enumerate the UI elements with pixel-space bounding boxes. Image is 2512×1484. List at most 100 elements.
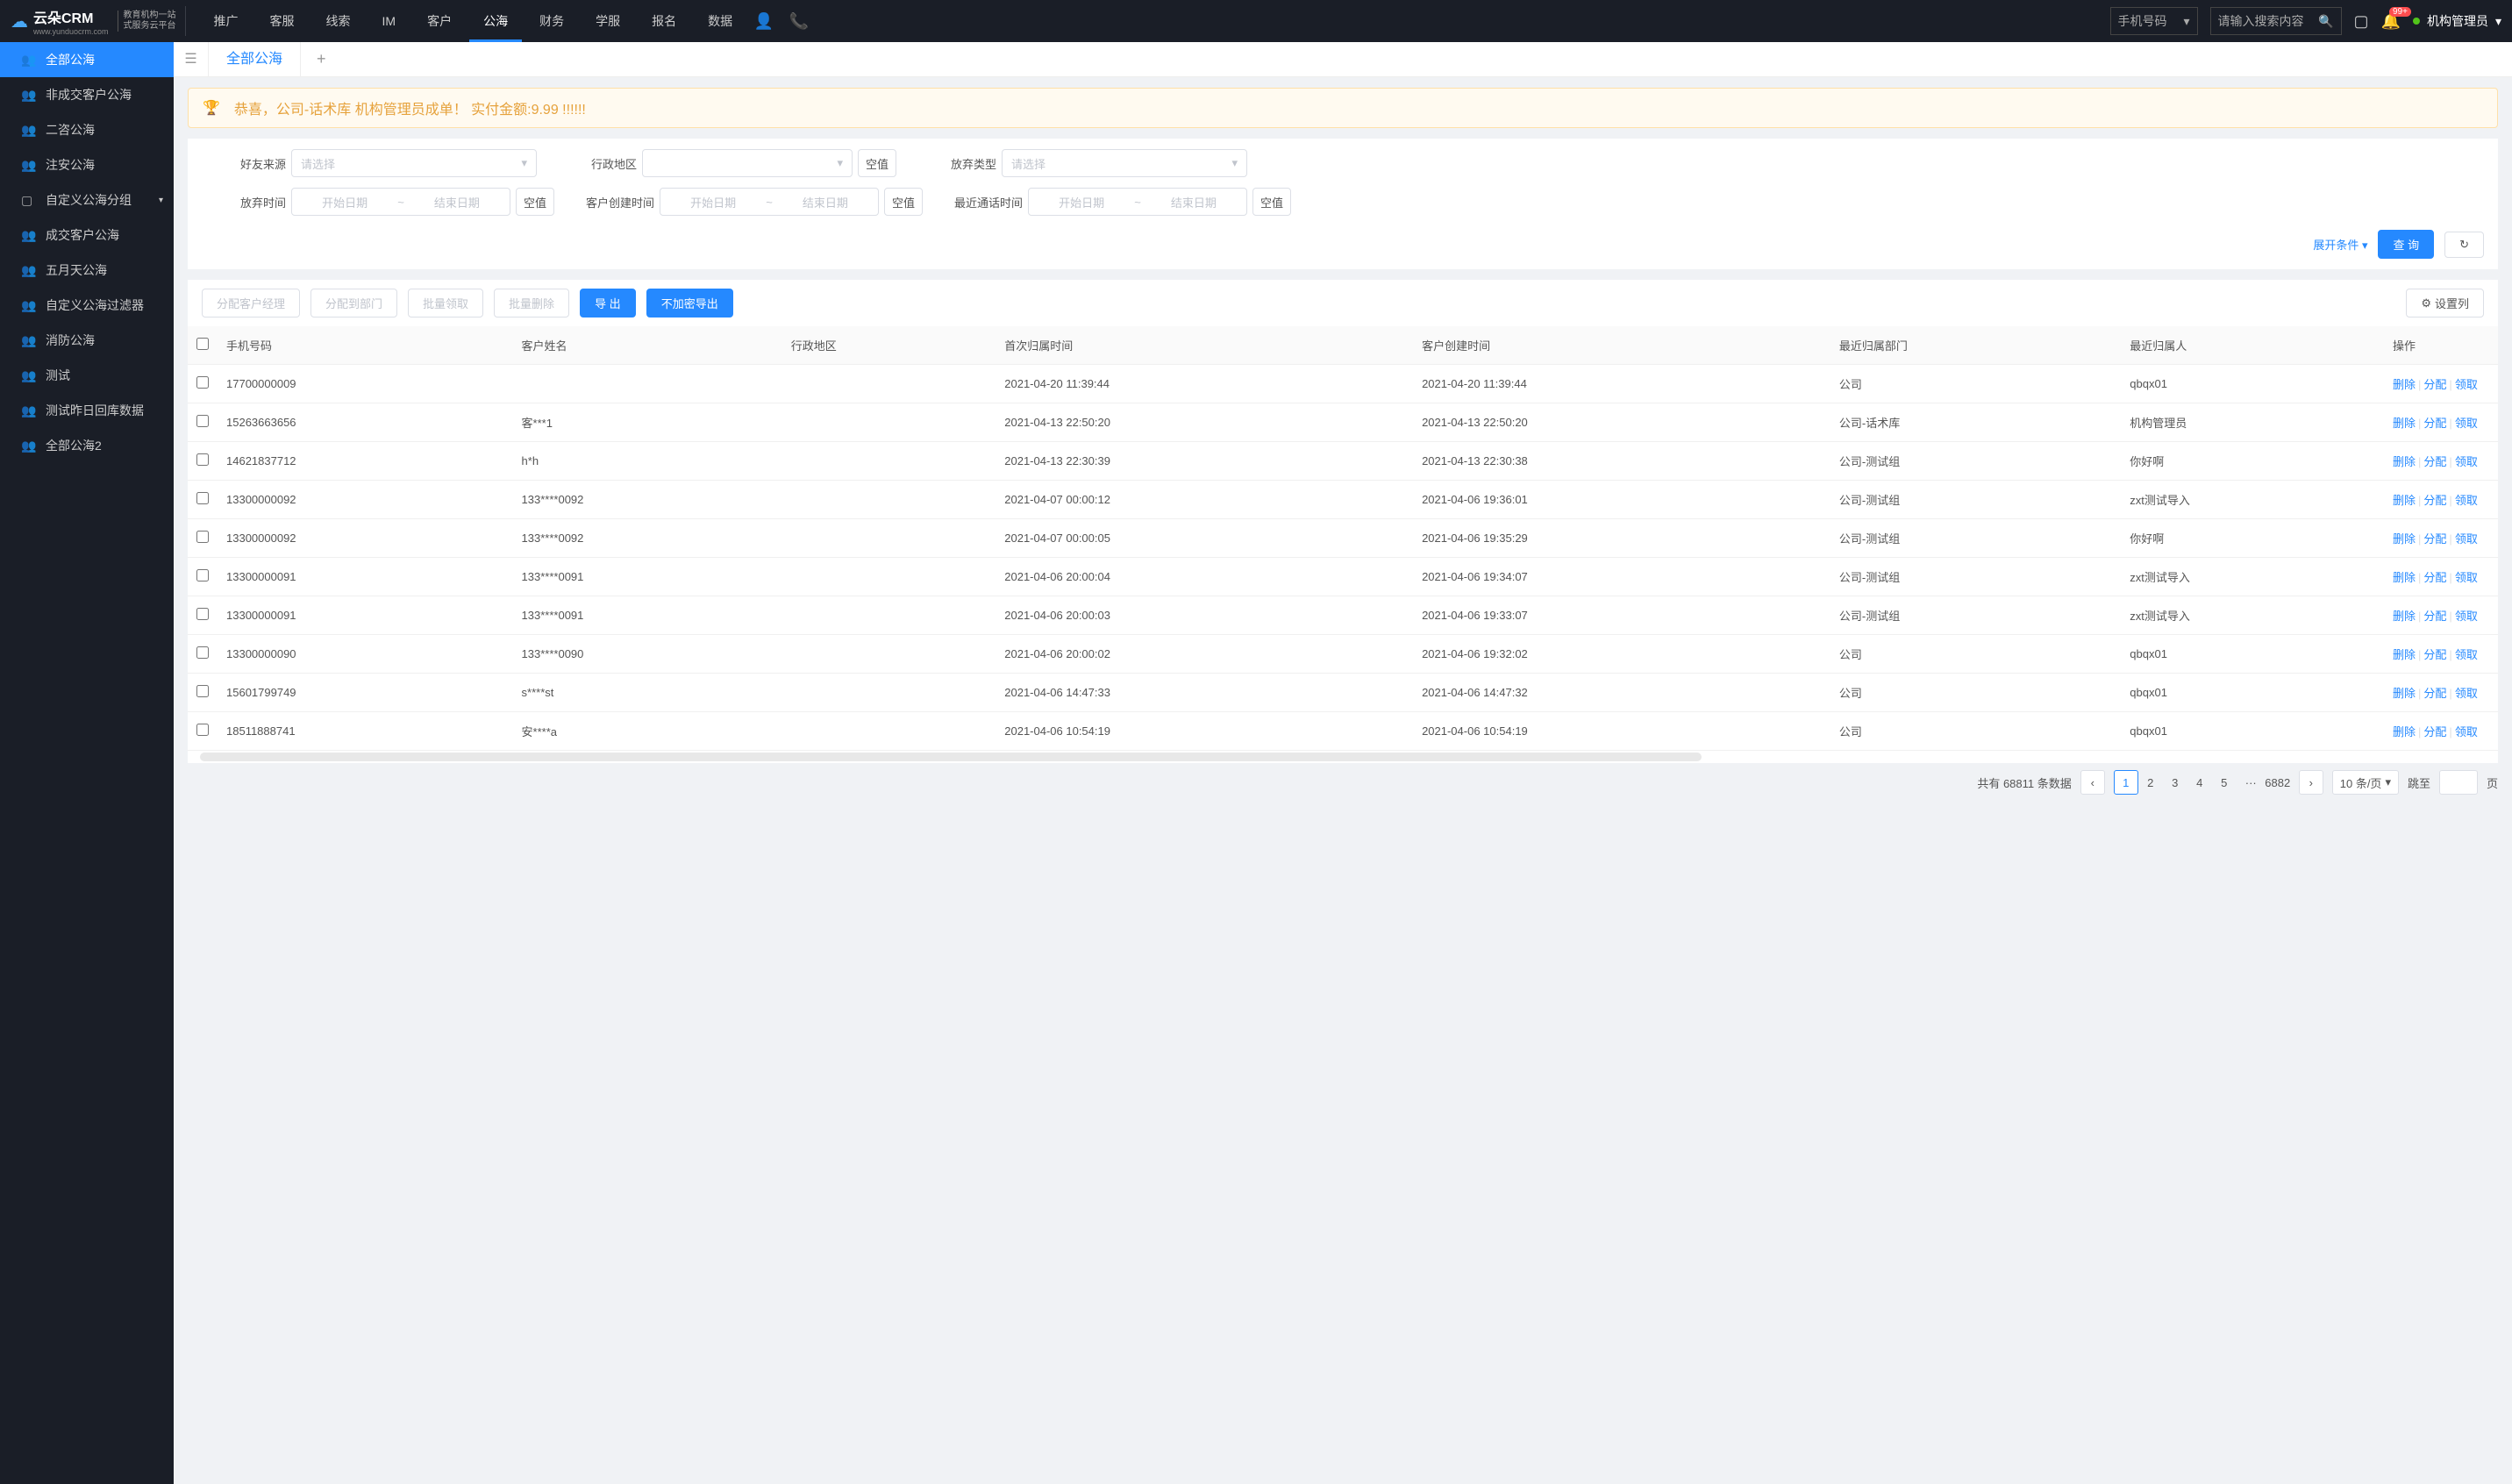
search-icon[interactable]: 🔍 [2318,14,2333,29]
range-abandon-time[interactable]: 开始日期~结束日期 [291,188,510,216]
claim-link[interactable]: 领取 [2455,494,2478,507]
delete-link[interactable]: 删除 [2393,532,2416,546]
page-5[interactable]: 5 [2212,770,2237,795]
nav-item-4[interactable]: 客户 [413,0,466,42]
range-create-time[interactable]: 开始日期~结束日期 [660,188,879,216]
menu-toggle-icon[interactable]: ☰ [174,42,209,77]
delete-link[interactable]: 删除 [2393,378,2416,391]
page-2[interactable]: 2 [2138,770,2163,795]
tab-current[interactable]: 全部公海 [209,42,301,77]
assign-link[interactable]: 分配 [2423,532,2446,546]
sidebar-item-7[interactable]: 👥自定义公海过滤器 [0,288,174,323]
blank-region[interactable]: 空值 [858,149,896,177]
person-plus-icon[interactable]: 👤 [746,12,781,31]
sidebar-item-8[interactable]: 👥消防公海 [0,323,174,358]
sidebar-item-4[interactable]: ▢自定义公海分组▾ [0,182,174,218]
claim-link[interactable]: 领取 [2455,571,2478,584]
search-button[interactable]: 查 询 [2378,230,2434,259]
row-select[interactable] [196,492,209,504]
expand-filters[interactable]: 展开条件 ▾ [2313,236,2367,253]
nav-item-6[interactable]: 财务 [525,0,578,42]
row-select[interactable] [196,453,209,466]
nav-item-7[interactable]: 学服 [582,0,634,42]
claim-link[interactable]: 领取 [2455,378,2478,391]
assign-link[interactable]: 分配 [2423,571,2446,584]
delete-link[interactable]: 删除 [2393,455,2416,468]
claim-link[interactable]: 领取 [2455,648,2478,661]
select-all[interactable] [196,338,209,350]
page-4[interactable]: 4 [2187,770,2212,795]
per-page-select[interactable]: 10 条/页 ▾ [2332,770,2399,795]
device-icon[interactable]: ▢ [2354,12,2369,31]
delete-link[interactable]: 删除 [2393,725,2416,738]
blank-abandon-time[interactable]: 空值 [516,188,554,216]
select-region[interactable]: ▾ [642,149,853,177]
claim-link[interactable]: 领取 [2455,532,2478,546]
sidebar-item-6[interactable]: 👥五月天公海 [0,253,174,288]
delete-link[interactable]: 删除 [2393,648,2416,661]
range-last-call[interactable]: 开始日期~结束日期 [1028,188,1247,216]
next-page[interactable]: › [2299,770,2323,795]
row-select[interactable] [196,608,209,620]
jump-input[interactable] [2439,770,2478,795]
tab-add[interactable]: + [301,50,342,68]
assign-link[interactable]: 分配 [2423,610,2446,623]
phone-icon[interactable]: 📞 [781,12,817,31]
nav-item-8[interactable]: 报名 [638,0,690,42]
prev-page[interactable]: ‹ [2080,770,2105,795]
assign-link[interactable]: 分配 [2423,687,2446,700]
columns-button[interactable]: ⚙ 设置列 [2406,289,2484,317]
bell-icon[interactable]: 🔔99+ [2381,12,2401,31]
assign-link[interactable]: 分配 [2423,494,2446,507]
page-1[interactable]: 1 [2114,770,2138,795]
sidebar-item-1[interactable]: 👥非成交客户公海 [0,77,174,112]
delete-link[interactable]: 删除 [2393,687,2416,700]
nav-item-3[interactable]: IM [368,0,410,42]
claim-link[interactable]: 领取 [2455,455,2478,468]
export-plain-button[interactable]: 不加密导出 [646,289,733,317]
sidebar-item-2[interactable]: 👥二咨公海 [0,112,174,147]
row-select[interactable] [196,646,209,659]
sidebar-item-10[interactable]: 👥测试昨日回库数据 [0,393,174,428]
row-select[interactable] [196,724,209,736]
assign-dept-button[interactable]: 分配到部门 [310,289,397,317]
row-select[interactable] [196,531,209,543]
last-page[interactable]: 6882 [2266,770,2290,795]
delete-link[interactable]: 删除 [2393,610,2416,623]
nav-item-5[interactable]: 公海 [469,0,522,42]
horizontal-scrollbar[interactable] [188,751,2498,763]
claim-link[interactable]: 领取 [2455,725,2478,738]
select-friend-source[interactable]: 请选择▾ [291,149,537,177]
search-input[interactable]: 请输入搜索内容 🔍 [2210,7,2342,35]
delete-link[interactable]: 删除 [2393,571,2416,584]
nav-item-9[interactable]: 数据 [694,0,746,42]
row-select[interactable] [196,415,209,427]
sidebar-item-0[interactable]: 👥全部公海 [0,42,174,77]
row-select[interactable] [196,685,209,697]
sidebar-item-9[interactable]: 👥测试 [0,358,174,393]
claim-link[interactable]: 领取 [2455,687,2478,700]
assign-link[interactable]: 分配 [2423,725,2446,738]
batch-claim-button[interactable]: 批量领取 [408,289,483,317]
page-3[interactable]: 3 [2163,770,2187,795]
assign-link[interactable]: 分配 [2423,455,2446,468]
assign-link[interactable]: 分配 [2423,648,2446,661]
user-menu[interactable]: 机构管理员 ▾ [2413,12,2501,30]
claim-link[interactable]: 领取 [2455,417,2478,430]
assign-link[interactable]: 分配 [2423,378,2446,391]
delete-link[interactable]: 删除 [2393,417,2416,430]
nav-item-2[interactable]: 线索 [312,0,365,42]
blank-create-time[interactable]: 空值 [884,188,923,216]
row-select[interactable] [196,569,209,581]
refresh-button[interactable]: ↻ [2444,232,2484,258]
sidebar-item-11[interactable]: 👥全部公海2 [0,428,174,463]
row-select[interactable] [196,376,209,389]
select-abandon-type[interactable]: 请选择▾ [1002,149,1247,177]
assign-manager-button[interactable]: 分配客户经理 [202,289,300,317]
assign-link[interactable]: 分配 [2423,417,2446,430]
batch-delete-button[interactable]: 批量删除 [494,289,569,317]
blank-last-call[interactable]: 空值 [1252,188,1291,216]
delete-link[interactable]: 删除 [2393,494,2416,507]
nav-item-1[interactable]: 客服 [256,0,309,42]
export-button[interactable]: 导 出 [580,289,636,317]
